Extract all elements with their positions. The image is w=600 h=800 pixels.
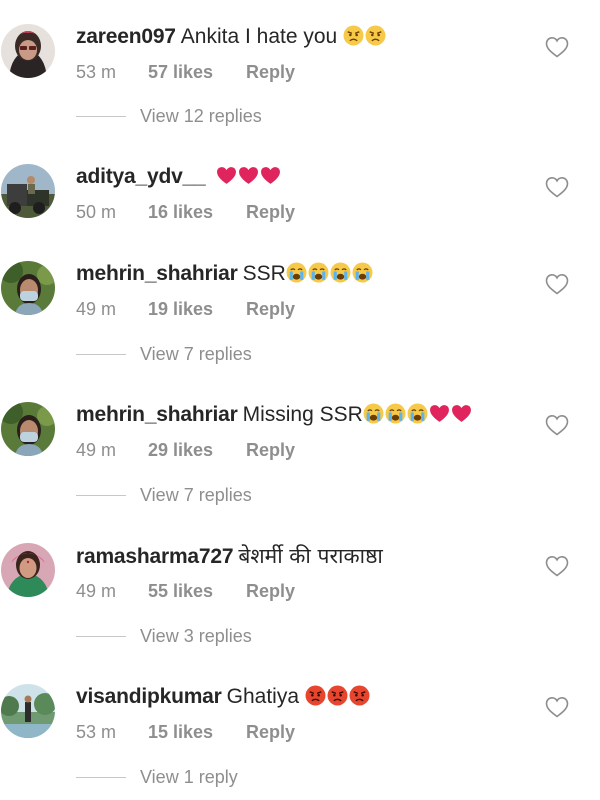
avatar[interactable] [1,402,55,456]
comment-username[interactable]: aditya_ydv__ [76,165,206,188]
comment-likes[interactable]: 55 likes [148,580,246,602]
avatar[interactable] [1,24,55,78]
heart-outline-icon[interactable] [545,176,569,198]
comment-text-line: mehrin_shahriar SSR [76,261,374,287]
view-replies-button[interactable]: View 7 replies [76,485,252,509]
crying-face-icon [407,403,428,424]
comment-likes[interactable]: 19 likes [148,298,246,320]
heart-outline-icon[interactable] [545,414,569,436]
replies-divider [76,116,126,117]
red-heart-icon [451,405,471,422]
crying-face-icon [308,262,329,283]
comment-text-line: aditya_ydv__ [76,164,282,190]
red-heart-icon [239,167,259,184]
crying-face-icon [363,403,384,424]
view-replies-button[interactable]: View 1 reply [76,767,238,791]
crying-face-icon [286,262,307,283]
view-replies-label: View 7 replies [140,344,252,364]
replies-divider [76,636,126,637]
comment-meta: 49 m 19 likes Reply [76,298,295,320]
comment-text-line: mehrin_shahriar Missing SSR [76,402,473,428]
comment-time: 53 m [76,722,117,742]
heart-outline-icon[interactable] [545,273,569,295]
avatar[interactable] [1,261,55,315]
comment-body: Ghatiya [226,685,299,708]
pouting-face-icon [349,685,370,706]
view-replies-button[interactable]: View 12 replies [76,106,262,130]
comment-meta: 50 m 16 likes Reply [76,201,295,223]
avatar[interactable] [1,164,55,218]
red-heart-icon [429,405,449,422]
angry-face-icon [365,25,386,46]
red-heart-icon [261,167,281,184]
comment-time: 53 m [76,62,117,82]
heart-outline-icon[interactable] [545,696,569,718]
comment-text-line: zareen097 Ankita I hate you [76,24,387,50]
view-replies-label: View 7 replies [140,485,252,505]
comment-body: Missing SSR [242,403,363,426]
reply-button[interactable]: Reply [246,580,295,602]
comment-body: बेशर्मी की पराकाष्ठा [238,544,383,568]
comment-body: Ankita I hate you [180,25,338,48]
heart-outline-icon[interactable] [545,555,569,577]
comment-text-line: visandipkumar Ghatiya [76,684,371,710]
comment-meta: 53 m 57 likes Reply [76,61,295,83]
comment-emojis [343,25,387,48]
comment-emojis [363,403,473,426]
comment-likes[interactable]: 57 likes [148,61,246,83]
comment-meta: 53 m 15 likes Reply [76,721,295,743]
comment-username[interactable]: zareen097 [76,25,176,48]
comment-likes[interactable]: 15 likes [148,721,246,743]
reply-button[interactable]: Reply [246,201,295,223]
red-heart-icon [217,167,237,184]
heart-outline-icon[interactable] [545,36,569,58]
comment-emojis [305,685,371,708]
pouting-face-icon [327,685,348,706]
comment-meta: 49 m 29 likes Reply [76,439,295,461]
avatar[interactable] [1,543,55,597]
comment-emojis [286,262,374,285]
comment-username[interactable]: visandipkumar [76,685,222,708]
reply-button[interactable]: Reply [246,439,295,461]
replies-divider [76,777,126,778]
replies-divider [76,354,126,355]
view-replies-label: View 1 reply [140,767,238,787]
comment-username[interactable]: mehrin_shahriar [76,403,238,426]
comment-time: 49 m [76,299,117,319]
reply-button[interactable]: Reply [246,298,295,320]
comment-emojis [216,165,282,188]
comment-text-line: ramasharma727 बेशर्मी की पराकाष्ठा [76,543,383,570]
view-replies-button[interactable]: View 3 replies [76,626,252,650]
crying-face-icon [385,403,406,424]
comment-time: 49 m [76,581,117,601]
crying-face-icon [330,262,351,283]
avatar[interactable] [1,684,55,738]
comment-username[interactable]: ramasharma727 [76,545,234,568]
crying-face-icon [352,262,373,283]
comment-meta: 49 m 55 likes Reply [76,580,295,602]
replies-divider [76,495,126,496]
reply-button[interactable]: Reply [246,721,295,743]
comment-body: SSR [242,262,286,285]
comment-time: 50 m [76,202,117,222]
view-replies-label: View 12 replies [140,106,262,126]
comment-likes[interactable]: 16 likes [148,201,246,223]
view-replies-button[interactable]: View 7 replies [76,344,252,368]
view-replies-label: View 3 replies [140,626,252,646]
comment-username[interactable]: mehrin_shahriar [76,262,238,285]
pouting-face-icon [305,685,326,706]
reply-button[interactable]: Reply [246,61,295,83]
comment-likes[interactable]: 29 likes [148,439,246,461]
comment-time: 49 m [76,440,117,460]
angry-face-icon [343,25,364,46]
